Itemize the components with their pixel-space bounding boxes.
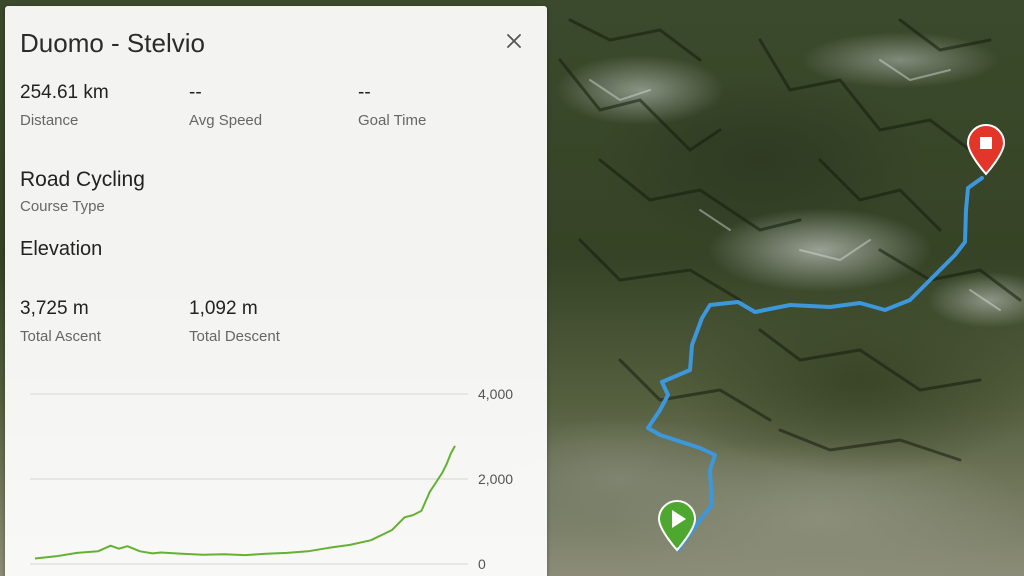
- elevation-series-line: [34, 445, 456, 560]
- goal-time-value: --: [358, 82, 371, 103]
- total-descent-value: 1,092 m: [189, 298, 258, 319]
- avg-speed-value: --: [189, 82, 202, 103]
- goal-time-label: Goal Time: [358, 112, 427, 129]
- distance-label: Distance: [20, 112, 79, 129]
- course-title: Duomo - Stelvio: [20, 28, 205, 58]
- course-type-value: Road Cycling: [20, 168, 145, 191]
- elevation-chart[interactable]: 4,000 2,000 0: [20, 384, 540, 574]
- total-descent-label: Total Descent: [189, 328, 280, 345]
- y-tick-label: 0: [478, 556, 486, 572]
- total-ascent-stat: 3,725 m Total Ascent: [20, 298, 101, 345]
- distance-stat: 254.61 km Distance: [20, 82, 109, 129]
- total-ascent-label: Total Ascent: [20, 328, 101, 345]
- elevation-title: Elevation: [20, 238, 103, 260]
- close-icon: [507, 34, 521, 48]
- course-type-stat: Road Cycling Course Type: [20, 168, 145, 215]
- y-tick-label: 4,000: [478, 386, 513, 402]
- distance-value: 254.61 km: [20, 82, 109, 103]
- route-line: [646, 176, 984, 552]
- total-descent-stat: 1,092 m Total Descent: [189, 298, 280, 345]
- course-info-panel: Duomo - Stelvio 254.61 km Distance -- Av…: [5, 6, 547, 576]
- goal-time-stat: -- Goal Time: [358, 82, 426, 129]
- stop-icon: [980, 137, 992, 149]
- total-ascent-value: 3,725 m: [20, 298, 89, 319]
- avg-speed-label: Avg Speed: [189, 112, 263, 129]
- close-button[interactable]: [501, 28, 527, 54]
- start-marker[interactable]: [657, 500, 697, 552]
- avg-speed-stat: -- Avg Speed: [189, 82, 262, 129]
- y-tick-label: 2,000: [478, 471, 513, 487]
- finish-marker[interactable]: [966, 124, 1006, 176]
- course-type-label: Course Type: [20, 198, 105, 215]
